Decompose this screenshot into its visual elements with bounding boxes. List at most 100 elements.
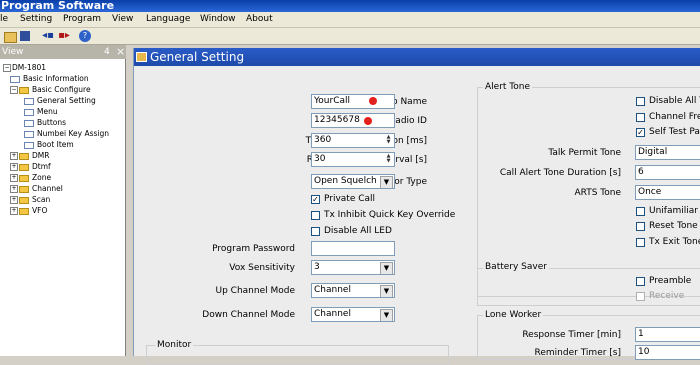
read-radio-icon[interactable]: ◂▪: [42, 30, 54, 42]
menu-about[interactable]: About: [246, 14, 273, 24]
help-icon[interactable]: ?: [79, 30, 91, 42]
open-folder-icon[interactable]: [4, 32, 17, 43]
spinner-arrows-icon[interactable]: ▲ ▼: [384, 154, 393, 165]
menu-setting[interactable]: Setting: [20, 14, 52, 24]
folder-icon: [19, 207, 29, 215]
pin-icon[interactable]: 4: [104, 45, 110, 59]
up-channel-mode-select[interactable]: Channel ▼: [311, 283, 395, 298]
tree-item[interactable]: − DM-1801: [3, 63, 46, 72]
private-call-checkbox[interactable]: ✓: [311, 195, 320, 204]
page-icon: [24, 130, 34, 138]
arts-tone-select[interactable]: Once: [635, 185, 700, 200]
save-icon[interactable]: [20, 31, 30, 41]
tree-item-label: VFO: [32, 206, 48, 215]
folder-icon: [19, 163, 29, 171]
tree-item[interactable]: + DMR: [10, 151, 49, 160]
folder-icon: [19, 196, 29, 204]
reminder-timer-input[interactable]: 10: [635, 345, 700, 360]
call-alert-duration-label: Call Alert Tone Duration [s]: [499, 168, 621, 178]
disable-led-checkbox[interactable]: [311, 227, 320, 236]
tx-exit-tone-checkbox[interactable]: [636, 238, 645, 247]
app-title-bar: Program Software: [0, 0, 700, 12]
receive-checkbox[interactable]: [636, 292, 645, 301]
menu-program[interactable]: Program: [63, 14, 101, 24]
expand-icon[interactable]: +: [10, 196, 18, 204]
tx-exit-tone-label: Tx Exit Tone: [649, 237, 700, 247]
radio-name-input[interactable]: YourCall: [311, 94, 395, 109]
reset-tone-label: Reset Tone: [649, 221, 698, 231]
spinner-arrows-icon[interactable]: ▲ ▼: [384, 135, 393, 146]
channel-free-checkbox[interactable]: [636, 113, 645, 122]
chevron-down-icon[interactable]: ▼: [380, 262, 393, 274]
preamble-checkbox[interactable]: [636, 277, 645, 286]
lone-worker-title: Lone Worker: [483, 310, 544, 320]
program-password-input[interactable]: [311, 241, 395, 256]
self-test-checkbox[interactable]: ✓: [636, 128, 645, 137]
receive-label: Receive: [649, 291, 685, 301]
tree-item-label: Buttons: [37, 118, 67, 127]
write-radio-icon[interactable]: ▪▸: [58, 30, 70, 42]
menu-view[interactable]: View: [112, 14, 133, 24]
radio-name-value: YourCall: [314, 96, 351, 106]
chevron-down-icon[interactable]: ▼: [380, 309, 393, 321]
response-timer-input[interactable]: 1: [635, 327, 700, 342]
menu-file[interactable]: le: [0, 14, 8, 24]
talk-permit-select[interactable]: Digital: [635, 145, 700, 160]
tree-item[interactable]: + VFO: [10, 206, 47, 215]
page-icon: [10, 75, 20, 83]
expand-icon[interactable]: +: [10, 152, 18, 160]
battery-saver-title: Battery Saver: [483, 262, 549, 272]
tx-inhibit-checkbox[interactable]: [311, 211, 320, 220]
tree-item[interactable]: Buttons: [24, 118, 66, 127]
alert-tone-title: Alert Tone: [483, 82, 532, 92]
down-channel-mode-select[interactable]: Channel ▼: [311, 307, 395, 322]
menu-window[interactable]: Window: [200, 14, 236, 24]
folder-icon: [19, 185, 29, 193]
collapse-icon[interactable]: −: [10, 86, 18, 94]
monitor-type-select[interactable]: Open Squelch ▼: [311, 174, 395, 189]
rx-low-battery-value: 30: [314, 154, 326, 164]
expand-icon[interactable]: +: [10, 163, 18, 171]
radio-id-input[interactable]: 12345678: [311, 113, 395, 128]
tree-item-label: DM-1801: [12, 63, 47, 72]
rx-low-battery-spinner[interactable]: 30 ▲ ▼: [311, 152, 395, 167]
tree-item-label: Dtmf: [32, 162, 51, 171]
menu-language[interactable]: Language: [146, 14, 190, 24]
tree-item-label: Zone: [32, 173, 52, 182]
expand-icon[interactable]: +: [10, 207, 18, 215]
chevron-down-icon[interactable]: ▼: [380, 176, 393, 188]
general-setting-title-bar: General Setting: [134, 48, 700, 66]
tree-item-label: Numbei Key Assign: [37, 129, 110, 138]
folder-icon: [19, 174, 29, 182]
tree-item[interactable]: Basic Information: [10, 74, 89, 83]
vox-sensitivity-select[interactable]: 3 ▼: [311, 260, 395, 275]
reminder-timer-label: Reminder Timer [s]: [534, 348, 621, 358]
tree-item[interactable]: + Dtmf: [10, 162, 51, 171]
tree-item[interactable]: + Channel: [10, 184, 63, 193]
folder-icon: [19, 86, 29, 94]
menu-bar: le Setting Program View Language Window …: [0, 12, 700, 28]
tree-item[interactable]: + Zone: [10, 173, 51, 182]
tree-item[interactable]: General Setting: [24, 96, 96, 105]
page-icon: [24, 108, 34, 116]
tree-item[interactable]: − Basic Configure: [10, 85, 91, 94]
tx-preamble-spinner[interactable]: 360 ▲ ▼: [311, 133, 395, 148]
tree-panel-title: View: [2, 47, 24, 57]
disable-all-tone-checkbox[interactable]: [636, 97, 645, 106]
chevron-down-icon[interactable]: ▼: [380, 285, 393, 297]
tree-panel: View 4 × − DM-1801 Basic Information − Basic…: [0, 45, 126, 356]
close-icon[interactable]: ×: [116, 45, 125, 59]
reset-tone-checkbox[interactable]: [636, 222, 645, 231]
tree-item[interactable]: Numbei Key Assign: [24, 129, 109, 138]
tree-item[interactable]: Menu: [24, 107, 58, 116]
call-alert-duration-input[interactable]: 6: [635, 165, 700, 180]
collapse-icon[interactable]: −: [3, 64, 11, 72]
tree-item[interactable]: Boot Item: [24, 140, 74, 149]
expand-icon[interactable]: +: [10, 174, 18, 182]
down-channel-mode-label: Down Channel Mode: [202, 310, 295, 320]
unfamiliar-checkbox[interactable]: [636, 207, 645, 216]
tree-item-label: Menu: [37, 107, 58, 116]
tx-inhibit-label: Tx Inhibit Quick Key Override: [324, 210, 456, 220]
expand-icon[interactable]: +: [10, 185, 18, 193]
tree-item[interactable]: + Scan: [10, 195, 50, 204]
